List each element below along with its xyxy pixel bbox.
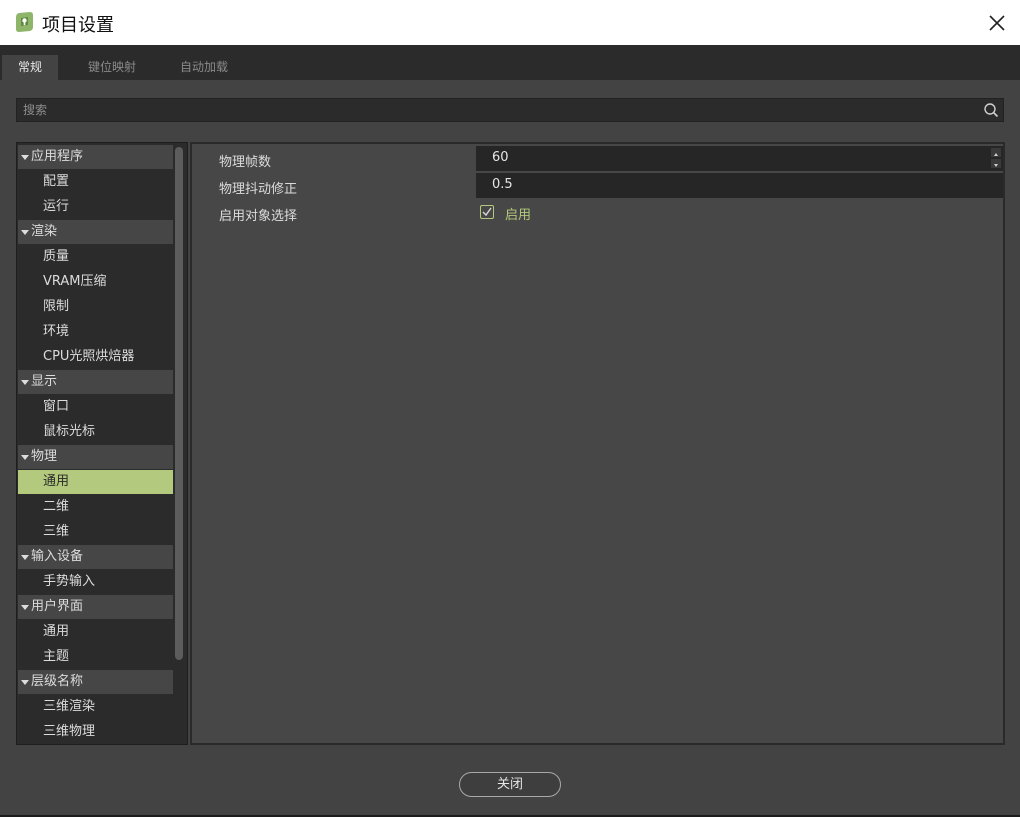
physics-ticks-spinbox[interactable]: 60 [476, 146, 1003, 171]
tree-category-layer-names[interactable]: 层级名称 [18, 670, 173, 694]
checkbox-label: 启用 [505, 208, 532, 223]
tree-label: 显示 [31, 374, 58, 389]
jitter-fix-value: 0.5 [492, 177, 513, 192]
chevron-down-icon [21, 605, 29, 610]
property-label-object-picking: 启用对象选择 [219, 209, 298, 224]
tree-category-gui[interactable]: 用户界面 [18, 595, 173, 619]
tree-item-physics-2d[interactable]: 二维 [18, 495, 173, 519]
tree-item-gui-common[interactable]: 通用 [18, 620, 173, 644]
tree-label: 应用程序 [31, 149, 84, 164]
close-button[interactable]: 关闭 [459, 772, 561, 797]
tree-label: 输入设备 [31, 549, 84, 564]
tree-item-cpu-lightmapper[interactable]: CPU光照烘焙器 [18, 345, 173, 369]
app-logo-icon [16, 12, 33, 32]
tree-item-vram-compression[interactable]: VRAM压缩 [18, 270, 173, 294]
close-icon [989, 14, 1005, 31]
tab-bar: 常规 键位映射 自动加载 [0, 45, 1020, 80]
chevron-down-icon [21, 555, 29, 560]
checkbox[interactable] [480, 205, 494, 219]
tree-item-mouse-cursor[interactable]: 鼠标光标 [18, 420, 173, 444]
spin-up-icon[interactable] [991, 148, 1001, 157]
tree-item-physics-common[interactable]: 通用 [18, 470, 173, 494]
window-close-button[interactable] [974, 0, 1020, 45]
tree-item-limits[interactable]: 限制 [18, 295, 173, 319]
physics-ticks-value: 60 [492, 150, 509, 165]
search-input[interactable] [17, 99, 989, 121]
spinbox-arrows[interactable] [991, 148, 1001, 169]
settings-panel: 应用程序 配置 运行 渲染 质量 VRAM压缩 限制 环境 CPU光照烘焙器 显… [0, 80, 1020, 815]
tree-label: 物理 [31, 449, 58, 464]
tree-category-display[interactable]: 显示 [18, 370, 173, 394]
tab-autoload[interactable]: 自动加载 [164, 55, 244, 80]
jitter-fix-field[interactable]: 0.5 [476, 173, 1003, 198]
tree-item-3d-render[interactable]: 三维渲染 [18, 695, 173, 719]
tree-label: 渲染 [31, 224, 58, 239]
search-icon [984, 103, 999, 118]
tree-item-pointing[interactable]: 手势输入 [18, 570, 173, 594]
tree-category-rendering[interactable]: 渲染 [18, 220, 173, 244]
property-label-physics-ticks: 物理帧数 [219, 155, 272, 170]
tree-item-window[interactable]: 窗口 [18, 395, 173, 419]
tree-category-input-devices[interactable]: 输入设备 [18, 545, 173, 569]
section-tree: 应用程序 配置 运行 渲染 质量 VRAM压缩 限制 环境 CPU光照烘焙器 显… [16, 142, 188, 745]
chevron-down-icon [21, 230, 29, 235]
tree-item-quality[interactable]: 质量 [18, 245, 173, 269]
chevron-down-icon [21, 380, 29, 385]
spin-down-icon[interactable] [991, 159, 1001, 168]
chevron-down-icon [21, 155, 29, 160]
checkmark-icon [482, 207, 492, 217]
chevron-down-icon [21, 455, 29, 460]
tree-category-physics[interactable]: 物理 [18, 445, 173, 469]
property-label-jitter-fix: 物理抖动修正 [219, 182, 298, 197]
title-bar: 项目设置 [0, 0, 1020, 45]
tree-category-application[interactable]: 应用程序 [18, 145, 173, 169]
chevron-down-icon [21, 680, 29, 685]
tree-item-physics-3d[interactable]: 三维 [18, 520, 173, 544]
tree-item-config[interactable]: 配置 [18, 170, 173, 194]
search-box [16, 98, 1004, 122]
tree-item-3d-physics[interactable]: 三维物理 [18, 720, 173, 744]
property-inspector: 物理帧数 60 物理抖动修正 0.5 启用对象选择 启用 [190, 142, 1005, 745]
tab-general[interactable]: 常规 [2, 55, 59, 80]
window-title: 项目设置 [42, 15, 114, 36]
tree-item-run[interactable]: 运行 [18, 195, 173, 219]
tree-item-theme[interactable]: 主题 [18, 645, 173, 669]
tree-label: 用户界面 [31, 599, 84, 614]
tree-label: 层级名称 [31, 674, 84, 689]
tab-input-map[interactable]: 键位映射 [72, 55, 152, 80]
tree-item-environment[interactable]: 环境 [18, 320, 173, 344]
tree-scrollbar[interactable] [175, 147, 183, 660]
